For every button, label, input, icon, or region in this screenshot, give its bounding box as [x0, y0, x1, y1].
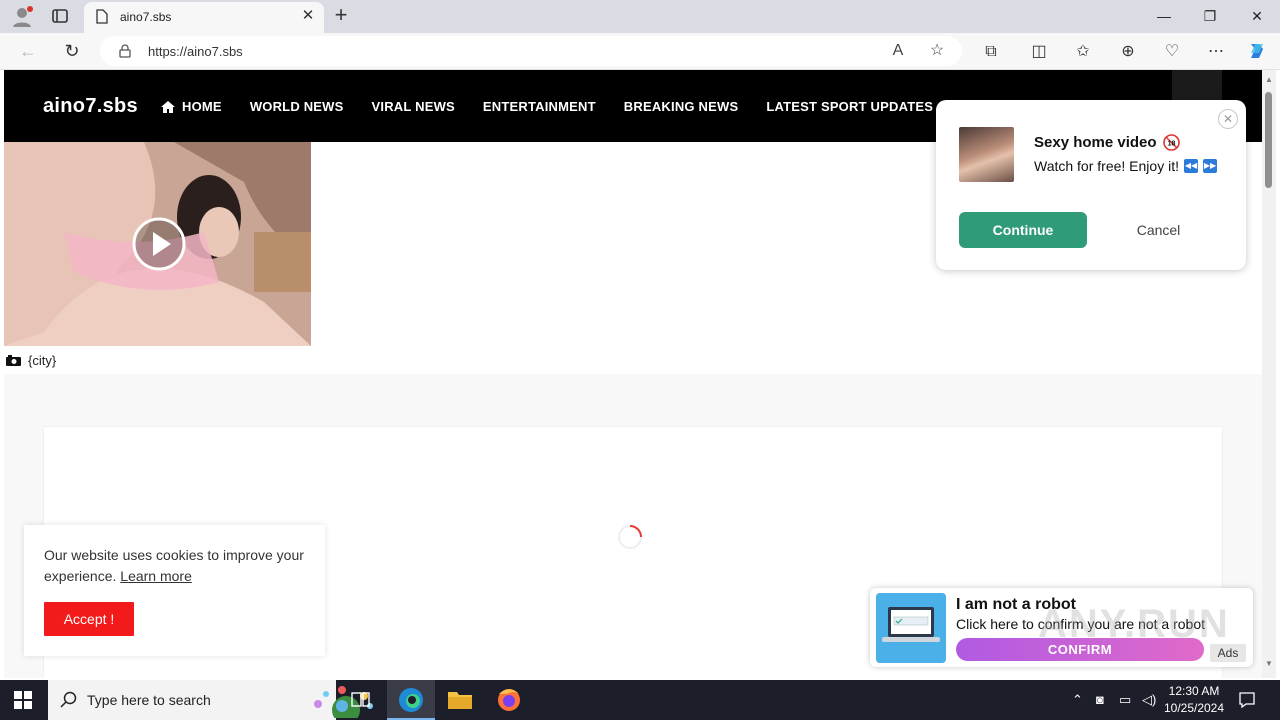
rewind-icon: ◀◀ [1183, 159, 1198, 173]
clock-date: 10/25/2024 [1163, 701, 1225, 715]
watermark: ANY.RUN [1038, 602, 1230, 646]
taskbar-firefox[interactable] [485, 680, 533, 720]
address-bar[interactable]: https://aino7.sbs A ☆ [100, 36, 962, 66]
browser-tabbar: aino7.sbs ✕ + — ❐ ✕ [0, 0, 1280, 33]
notification-title: Sexy home video 18 [1034, 134, 1180, 151]
browser-toolbar: ← ↻ https://aino7.sbs A ☆ ⧉ ◫ ✩ ⊕ ♡ ⋯ [0, 33, 1280, 70]
favorite-star-icon[interactable]: ☆ [928, 42, 946, 60]
clock-time: 12:30 AM [1168, 684, 1220, 698]
taskbar-file-explorer[interactable] [436, 680, 484, 720]
fast-forward-icon: ▶▶ [1202, 159, 1217, 173]
close-window-button[interactable]: ✕ [1234, 0, 1280, 33]
page-scrollbar[interactable]: ▲ ▼ [1262, 70, 1276, 678]
taskbar-edge[interactable] [387, 680, 435, 720]
scroll-up-arrow-icon[interactable]: ▲ [1265, 76, 1273, 84]
url-text[interactable]: https://aino7.sbs [148, 44, 243, 59]
active-tab[interactable]: aino7.sbs ✕ [84, 2, 324, 33]
taskbar: Type here to search ⌃ ◙ ▭ ◁) 12:30 AM 10… [0, 680, 1280, 720]
taskbar-clock[interactable]: 12:30 AM 10/25/2024 [1158, 683, 1230, 717]
video-thumbnail[interactable] [4, 142, 311, 346]
loading-spinner-icon [618, 525, 642, 549]
continue-button[interactable]: Continue [959, 212, 1087, 248]
adult-18-icon: 18 [1162, 134, 1180, 151]
settings-menu-icon[interactable]: ⋯ [1205, 41, 1227, 63]
menu-item-home[interactable]: HOME [160, 99, 222, 114]
edge-icon [399, 688, 423, 712]
search-placeholder: Type here to search [87, 692, 211, 708]
main-menu: HOME WORLD NEWS VIRAL NEWS ENTERTAINMENT… [160, 99, 933, 114]
browser-essentials-icon[interactable]: ♡ [1161, 41, 1183, 63]
notification-title-text: Sexy home video [1034, 134, 1157, 151]
tab-actions-icon[interactable] [50, 6, 70, 26]
meet-now-icon[interactable]: ◙ [1096, 690, 1104, 710]
cookie-message: Our website uses cookies to improve your… [44, 545, 312, 587]
firefox-icon [498, 689, 520, 711]
site-logo[interactable]: aino7.sbs [43, 95, 138, 118]
profile-icon[interactable] [10, 5, 34, 29]
laptop-captcha-icon [876, 593, 946, 663]
page-icon [96, 9, 108, 24]
close-tab-icon[interactable]: ✕ [300, 8, 316, 24]
menu-item-viral-news[interactable]: VIRAL NEWS [372, 99, 455, 114]
favorites-icon[interactable]: ✩ [1072, 41, 1094, 63]
back-button[interactable]: ← [18, 41, 38, 61]
show-hidden-icons-icon[interactable]: ⌃ [1072, 690, 1083, 710]
video-location: {city} [6, 353, 56, 368]
copilot-icon[interactable] [1246, 40, 1268, 62]
split-screen-icon[interactable]: ◫ [1028, 41, 1050, 63]
cancel-button[interactable]: Cancel [1106, 212, 1211, 248]
notifications-icon[interactable] [1238, 691, 1256, 709]
menu-item-latest-sport-updates[interactable]: LATEST SPORT UPDATES [766, 99, 933, 114]
folder-icon [448, 692, 472, 709]
task-view-icon [351, 692, 370, 707]
home-icon [161, 100, 175, 113]
scrollbar-thumb[interactable] [1265, 92, 1272, 188]
close-popup-icon[interactable]: ✕ [1218, 109, 1238, 129]
svg-text:18: 18 [1167, 141, 1175, 148]
scroll-down-arrow-icon[interactable]: ▼ [1265, 660, 1273, 668]
camera-icon [6, 355, 21, 366]
accept-cookies-button[interactable]: Accept ! [44, 602, 134, 636]
notification-subtitle: Watch for free! Enjoy it! ◀◀ ▶▶ [1034, 158, 1217, 174]
learn-more-link[interactable]: Learn more [120, 568, 192, 584]
play-icon[interactable] [131, 216, 187, 272]
tab-title: aino7.sbs [120, 10, 172, 24]
network-icon[interactable]: ▭ [1119, 690, 1131, 710]
volume-icon[interactable]: ◁) [1142, 690, 1156, 710]
task-view-button[interactable] [336, 680, 384, 720]
taskbar-search[interactable]: Type here to search [48, 680, 373, 720]
notification-subtitle-text: Watch for free! Enjoy it! [1034, 158, 1179, 174]
read-aloud-icon[interactable]: A [889, 42, 907, 60]
menu-label: HOME [182, 99, 222, 114]
minimize-button[interactable]: — [1141, 0, 1187, 33]
extensions-icon[interactable]: ⧉ [980, 41, 1002, 63]
menu-item-world-news[interactable]: WORLD NEWS [250, 99, 344, 114]
search-icon [60, 691, 77, 708]
restore-button[interactable]: ❐ [1187, 0, 1233, 33]
cookie-banner: Our website uses cookies to improve your… [24, 525, 325, 656]
new-tab-button[interactable]: + [330, 4, 352, 27]
notification-popup: ✕ Sexy home video 18 Watch for free! Enj… [936, 100, 1246, 270]
lock-icon[interactable] [119, 44, 131, 58]
windows-start-icon[interactable] [14, 691, 32, 709]
collections-icon[interactable]: ⊕ [1117, 41, 1139, 63]
notification-thumbnail [959, 127, 1014, 182]
menu-item-entertainment[interactable]: ENTERTAINMENT [483, 99, 596, 114]
menu-item-breaking-news[interactable]: BREAKING NEWS [624, 99, 739, 114]
city-text: {city} [28, 353, 57, 368]
refresh-button[interactable]: ↻ [62, 41, 82, 61]
